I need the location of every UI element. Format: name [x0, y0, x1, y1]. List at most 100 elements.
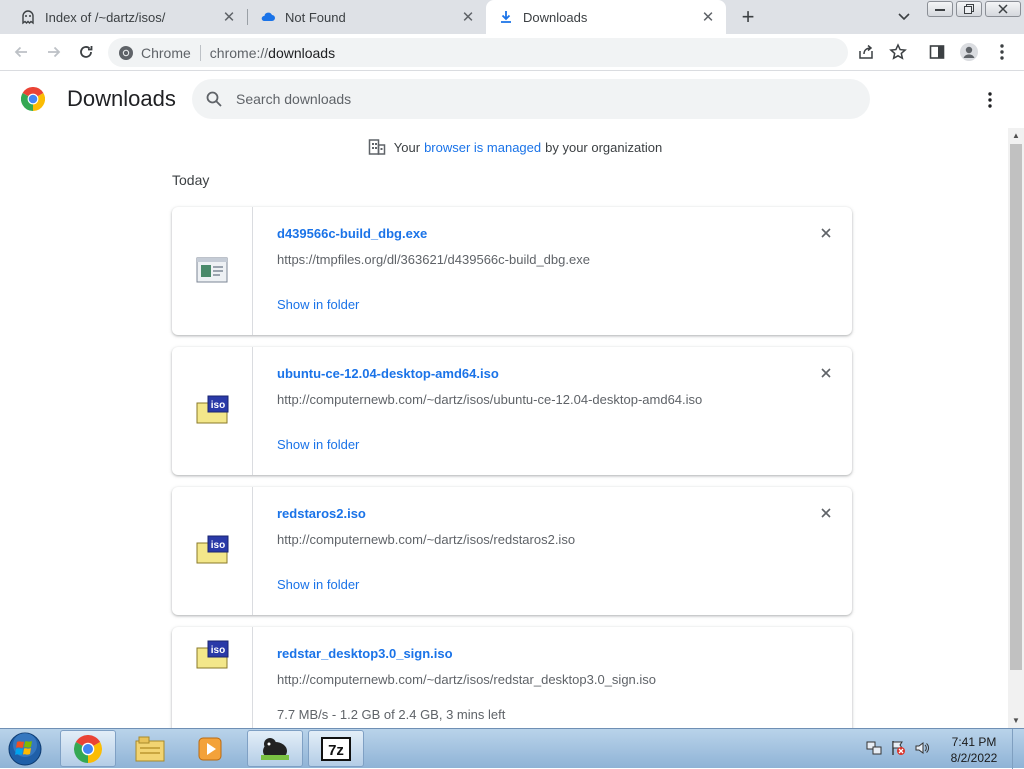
- folder-icon: [135, 736, 165, 761]
- download-source-url: https://tmpfiles.org/dl/363621/d439566c-…: [277, 252, 590, 267]
- svg-text:7z: 7z: [328, 742, 344, 759]
- chrome-icon: [74, 734, 102, 763]
- chrome-logo-icon: [21, 87, 45, 111]
- show-in-folder-link[interactable]: Show in folder: [277, 577, 359, 592]
- omnibox-divider: [199, 44, 201, 61]
- site-info-chip[interactable]: Chrome: [118, 45, 191, 61]
- taskbar-clock[interactable]: 7:41 PM 8/2/2022: [944, 734, 1004, 766]
- side-panel-icon[interactable]: [926, 41, 948, 63]
- more-actions-icon[interactable]: [980, 90, 1000, 110]
- tab-label: Downloads: [523, 9, 588, 25]
- file-icon-column: [172, 207, 253, 335]
- search-downloads-box[interactable]: [192, 79, 870, 119]
- media-player-icon: [198, 737, 222, 760]
- site-chip-label: Chrome: [141, 44, 191, 61]
- taskbar-network-app[interactable]: [247, 730, 303, 767]
- start-button[interactable]: [5, 731, 45, 767]
- back-arrow-icon[interactable]: [9, 40, 33, 64]
- managed-text-before: Your: [393, 139, 421, 155]
- new-tab-button[interactable]: +: [736, 4, 760, 29]
- clock-time: 7:41 PM: [951, 735, 997, 749]
- close-window-button[interactable]: [985, 1, 1021, 17]
- taskbar-explorer[interactable]: [122, 730, 178, 767]
- exe-file-icon: [196, 257, 228, 283]
- remove-download-icon[interactable]: [818, 505, 834, 521]
- address-bar[interactable]: Chrome chrome://downloads: [108, 38, 848, 67]
- remove-download-icon[interactable]: [818, 225, 834, 241]
- download-item: iso ubuntu-ce-12.04-desktop-amd64.iso ht…: [172, 347, 852, 475]
- date-heading: Today: [172, 172, 210, 188]
- share-icon[interactable]: [855, 41, 877, 63]
- url-path: downloads: [268, 44, 336, 61]
- page-title: Downloads: [67, 86, 176, 111]
- download-source-url: http://computernewb.com/~dartz/isos/reds…: [277, 672, 657, 687]
- tab-search-chevron-icon[interactable]: [894, 8, 914, 26]
- show-in-folder-link[interactable]: Show in folder: [277, 437, 359, 452]
- show-in-folder-link[interactable]: Show in folder: [277, 297, 359, 312]
- scrollbar-thumb[interactable]: [1010, 144, 1022, 670]
- bookmark-star-icon[interactable]: [887, 41, 909, 63]
- show-desktop-button[interactable]: [1012, 729, 1024, 769]
- network-status-icon[interactable]: [866, 740, 882, 756]
- taskbar-media-player[interactable]: [182, 730, 238, 767]
- download-source-url: http://computernewb.com/~dartz/isos/ubun…: [277, 392, 703, 407]
- iso-file-icon: iso: [196, 535, 229, 564]
- scroll-up-arrow-icon[interactable]: ▲: [1012, 131, 1020, 140]
- search-input[interactable]: [236, 91, 836, 107]
- taskbar-chrome[interactable]: [60, 730, 116, 767]
- download-progress-status: 7.7 MB/s - 1.2 GB of 2.4 GB, 3 mins left: [277, 707, 506, 722]
- action-center-flag-icon[interactable]: [890, 740, 906, 756]
- download-filename-link[interactable]: redstar_desktop3.0_sign.iso: [277, 646, 453, 661]
- tab-index-isos[interactable]: Index of /~dartz/isos/ ✕: [0, 0, 247, 34]
- taskbar-7zip[interactable]: 7z: [308, 730, 364, 767]
- tab-strip: Index of /~dartz/isos/ ✕ Not Found ✕ Dow…: [0, 0, 1024, 34]
- url-scheme: chrome://: [209, 44, 269, 61]
- system-tray: [866, 740, 930, 756]
- svg-text:iso: iso: [211, 645, 225, 656]
- download-icon: [498, 9, 514, 25]
- volume-icon[interactable]: [914, 740, 930, 756]
- iso-file-icon: iso: [196, 640, 229, 669]
- cloud-icon: [260, 9, 276, 25]
- tab-not-found[interactable]: Not Found ✕: [248, 0, 486, 34]
- download-item: iso redstaros2.iso http://computernewb.c…: [172, 487, 852, 615]
- file-icon-column: iso: [172, 347, 253, 475]
- tab-label: Index of /~dartz/isos/: [45, 9, 166, 25]
- page-scrollbar[interactable]: ▲ ▼: [1008, 128, 1024, 728]
- browser-toolbar: Chrome chrome://downloads: [0, 34, 1024, 71]
- close-tab-icon[interactable]: ✕: [458, 7, 478, 27]
- chrome-icon: [119, 45, 133, 60]
- file-icon-column: iso: [172, 487, 253, 615]
- forward-arrow-icon[interactable]: [42, 40, 66, 64]
- tab-downloads[interactable]: Downloads ✕: [486, 0, 726, 34]
- download-filename-link[interactable]: ubuntu-ce-12.04-desktop-amd64.iso: [277, 366, 499, 381]
- iso-file-icon: iso: [196, 395, 229, 424]
- scroll-down-arrow-icon[interactable]: ▼: [1012, 716, 1020, 725]
- download-filename-link[interactable]: d439566c-build_dbg.exe: [277, 226, 427, 241]
- windows-taskbar: 7z 7:41 PM 8/2/2022: [0, 728, 1024, 769]
- close-tab-icon[interactable]: ✕: [219, 7, 239, 27]
- browser-menu-icon[interactable]: [991, 41, 1013, 63]
- restore-button[interactable]: [956, 1, 982, 17]
- download-source-url: http://computernewb.com/~dartz/isos/reds…: [277, 532, 576, 547]
- download-item: d439566c-build_dbg.exe https://tmpfiles.…: [172, 207, 852, 335]
- remove-download-icon[interactable]: [818, 365, 834, 381]
- search-icon: [206, 91, 222, 107]
- close-tab-icon[interactable]: ✕: [698, 7, 718, 27]
- minimize-button[interactable]: [927, 1, 953, 17]
- managed-notice: Your browser is managed by your organiza…: [0, 138, 1024, 156]
- window-controls: [927, 1, 1024, 17]
- windows-orb-icon: [8, 732, 42, 766]
- downloads-header: Downloads: [0, 72, 1024, 128]
- reload-icon[interactable]: [74, 40, 98, 64]
- profile-avatar-icon[interactable]: [958, 41, 980, 63]
- managed-link[interactable]: browser is managed: [424, 140, 541, 155]
- building-icon: [368, 139, 386, 155]
- download-filename-link[interactable]: redstaros2.iso: [277, 506, 366, 521]
- url-text: chrome://downloads: [210, 45, 335, 61]
- clock-date: 8/2/2022: [950, 751, 998, 765]
- managed-text-after: by your organization: [545, 139, 663, 155]
- tab-label: Not Found: [285, 9, 346, 25]
- svg-text:iso: iso: [211, 540, 225, 551]
- ghost-icon: [20, 9, 36, 25]
